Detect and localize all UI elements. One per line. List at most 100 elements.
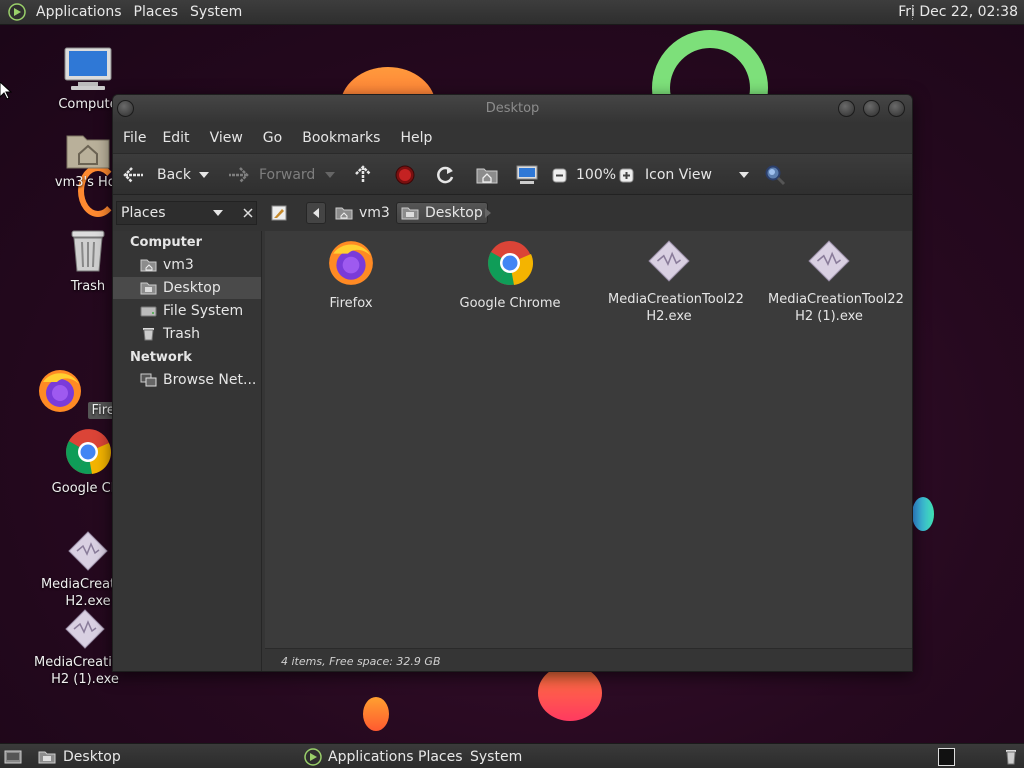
file-name-line2: H2.exe: [646, 309, 692, 324]
close-sidebar-button[interactable]: [238, 202, 258, 224]
sidebar-item-label: Desktop: [163, 280, 221, 296]
reload-button[interactable]: [435, 154, 455, 196]
file-name-line2: H2 (1).exe: [795, 309, 863, 324]
window-titlebar[interactable]: Desktop: [113, 95, 912, 123]
menu-help[interactable]: Help: [392, 130, 440, 146]
menu-go[interactable]: Go: [255, 130, 290, 146]
sidebar-item-trash[interactable]: Trash: [113, 323, 261, 345]
search-button[interactable]: [764, 154, 786, 196]
computer-icon: [64, 47, 112, 90]
menu-places[interactable]: Places: [128, 0, 185, 25]
back-button[interactable]: Back: [123, 154, 191, 196]
taskbar-item-desktop[interactable]: Desktop: [38, 744, 121, 768]
maximize-button[interactable]: [863, 100, 880, 117]
home-button[interactable]: [476, 154, 498, 196]
file-item-google-chrome[interactable]: Google Chrome: [435, 239, 585, 312]
chrome-icon: [488, 241, 534, 285]
window-title: Desktop: [485, 101, 540, 116]
desktop-icon-label-line2: H2 (1).exe: [51, 672, 119, 687]
crumb-vm3[interactable]: vm3: [335, 202, 390, 224]
desktop-folder-icon: [401, 207, 419, 220]
stop-button[interactable]: [395, 154, 415, 196]
zoom-in-icon: [619, 168, 634, 182]
workspace-1[interactable]: [938, 747, 955, 766]
zoom-out-button[interactable]: [552, 154, 567, 196]
network-icon: [140, 373, 157, 387]
trash-applet[interactable]: [1004, 744, 1018, 768]
crumb-label: Desktop: [425, 205, 483, 221]
panel-clock[interactable]: Fri Dec 22, 02:38: [898, 0, 1018, 25]
file-item-firefox[interactable]: Firefox: [276, 239, 426, 312]
mouse-cursor-icon: [0, 82, 12, 100]
sidebar-item-label: Trash: [163, 326, 200, 342]
zoom-level[interactable]: 100%: [576, 154, 616, 196]
menu-bookmarks[interactable]: Bookmarks: [294, 130, 388, 146]
file-icon-view[interactable]: Firefox Google Chrome MediaCreationTool2…: [265, 231, 912, 648]
trash-icon: [71, 230, 105, 272]
status-bar: 4 items, Free space: 32.9 GB: [265, 648, 912, 671]
menu-file[interactable]: File: [115, 130, 154, 146]
sidebar-heading-computer: Computer: [130, 235, 203, 250]
file-name: Google Chrome: [459, 296, 561, 311]
bottom-applications-menu[interactable]: Applications: [304, 744, 414, 768]
close-button[interactable]: [888, 100, 905, 117]
sidebar-item-desktop[interactable]: Desktop: [113, 277, 261, 299]
sidebar-item-file-system[interactable]: File System: [113, 300, 261, 322]
chevron-down-icon: [325, 172, 335, 178]
sidebar-item-browse-network[interactable]: Browse Net...: [113, 369, 261, 391]
zoom-in-button[interactable]: [619, 154, 634, 196]
bottom-places-menu[interactable]: Places: [418, 744, 463, 768]
minimize-button[interactable]: [838, 100, 855, 117]
show-desktop-icon: [4, 750, 22, 763]
computer-button[interactable]: [516, 154, 538, 196]
menu-edit[interactable]: Edit: [154, 130, 197, 146]
back-label: Back: [157, 167, 191, 183]
toggle-location-entry-button[interactable]: [270, 202, 288, 224]
bottom-panel: Desktop Applications Places System: [0, 743, 1024, 768]
executable-icon: [68, 531, 108, 571]
places-select-label: Places: [121, 205, 166, 221]
file-name: Firefox: [329, 296, 373, 311]
view-mode-select[interactable]: Icon View: [645, 154, 749, 196]
crumb-scroll-right-button[interactable]: [485, 202, 491, 224]
file-name-line1: MediaCreationTool22: [768, 292, 904, 307]
chevron-down-icon: [213, 210, 223, 216]
menu-view[interactable]: View: [202, 130, 251, 146]
bottom-system-menu[interactable]: System: [470, 744, 522, 768]
executable-icon: [648, 240, 690, 282]
close-icon: [243, 208, 253, 218]
sidebar-type-select[interactable]: Places: [116, 201, 257, 225]
zoom-out-icon: [552, 168, 567, 182]
menu-applications[interactable]: Applications: [30, 0, 128, 25]
crumb-scroll-left-button[interactable]: [306, 202, 326, 224]
chevron-left-icon: [313, 208, 319, 218]
sidebar-item-vm3[interactable]: vm3: [113, 254, 261, 276]
file-name-line1: MediaCreationTool22: [608, 292, 744, 307]
firefox-icon: [329, 241, 373, 285]
chrome-icon: [66, 429, 112, 474]
top-panel: Applications Places System Fri Dec 22, 0…: [0, 0, 1024, 25]
back-history-dropdown[interactable]: [199, 154, 209, 196]
menubar: File Edit View Go Bookmarks Help: [113, 123, 912, 153]
forward-button[interactable]: Forward: [227, 154, 315, 196]
file-item-mediacreationtool-1[interactable]: MediaCreationTool22 H2 (1).exe: [768, 239, 904, 325]
file-item-mediacreationtool[interactable]: MediaCreationTool22 H2.exe: [608, 239, 744, 325]
sidebar-item-label: vm3: [163, 257, 194, 273]
trash-icon: [1006, 749, 1016, 764]
forward-history-dropdown[interactable]: [325, 154, 335, 196]
show-desktop-button[interactable]: [4, 744, 22, 768]
wallpaper-blue-blob: [912, 497, 934, 531]
forward-label: Forward: [259, 167, 316, 183]
up-button[interactable]: [354, 154, 372, 196]
forward-arrow-icon: [229, 167, 249, 183]
crumb-desktop[interactable]: Desktop: [396, 202, 488, 224]
home-folder-icon: [335, 207, 353, 220]
workspace-switcher[interactable]: [938, 744, 955, 768]
toolbar: Back Forward 100% Icon View: [113, 153, 912, 195]
sidebar-heading-network: Network: [130, 350, 192, 365]
stop-icon: [395, 165, 415, 185]
location-bar: Places vm3 Desktop: [113, 195, 912, 231]
view-mode-label: Icon View: [645, 167, 712, 183]
drive-icon: [140, 306, 157, 317]
menu-system[interactable]: System: [184, 0, 248, 25]
